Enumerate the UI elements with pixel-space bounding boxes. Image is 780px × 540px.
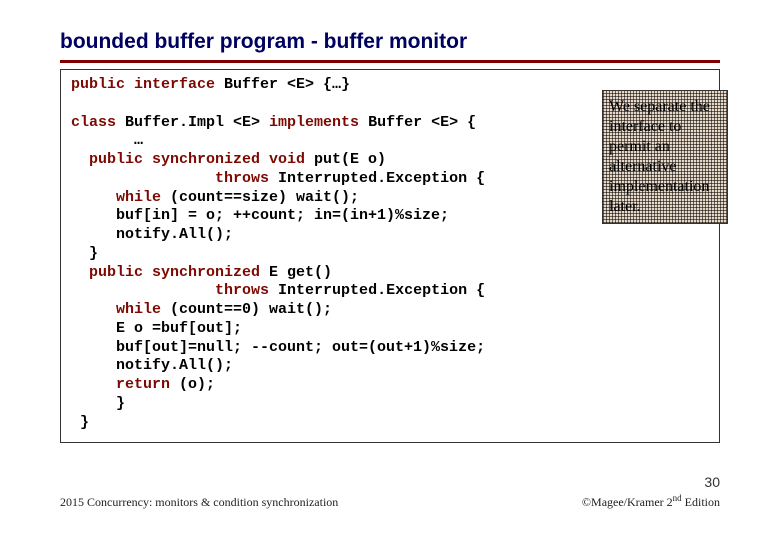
code-text: notify.All(); <box>71 226 233 243</box>
code-text: buf[in] = o; ++count; in=(in+1)%size; <box>71 207 449 224</box>
kw: public synchronized <box>71 264 260 281</box>
kw: implements <box>269 114 359 131</box>
kw: public synchronized void <box>71 151 305 168</box>
page-number: 30 <box>704 474 720 490</box>
code-text: Buffer <E> {…} <box>215 76 350 93</box>
code-text: E get() <box>260 264 332 281</box>
code-text: buf[out]=null; --count; out=(out+1)%size… <box>71 339 485 356</box>
slide-title: bounded buffer program - buffer monitor <box>60 30 720 54</box>
kw: class <box>71 114 116 131</box>
code-text: Interrupted.Exception { <box>269 170 485 187</box>
callout-text: We separate the interface to permit an a… <box>609 98 710 215</box>
kw: public interface <box>71 76 215 93</box>
code-text: notify.All(); <box>71 357 233 374</box>
kw: while <box>71 301 161 318</box>
slide: bounded buffer program - buffer monitor … <box>0 0 780 540</box>
kw: throws <box>71 282 269 299</box>
code-text: } <box>71 245 98 262</box>
kw: throws <box>71 170 269 187</box>
code-text: (count==0) wait(); <box>161 301 332 318</box>
code-text: (o); <box>170 376 215 393</box>
footer-right-sup: nd <box>673 493 682 503</box>
code-text: Buffer.Impl <E> <box>116 114 269 131</box>
kw: while <box>71 189 161 206</box>
code-text: } <box>71 395 125 412</box>
code-text: Buffer <E> { <box>359 114 476 131</box>
code-text: … <box>71 132 143 149</box>
footer-right: ©Magee/Kramer 2nd Edition <box>582 493 720 510</box>
code-text: E o =buf[out]; <box>71 320 242 337</box>
code-text: } <box>71 414 89 431</box>
footer: 2015 Concurrency: monitors & condition s… <box>60 493 720 510</box>
code-text: put(E o) <box>305 151 386 168</box>
footer-right-a: ©Magee/Kramer 2 <box>582 495 673 509</box>
code-text: Interrupted.Exception { <box>269 282 485 299</box>
callout-box: We separate the interface to permit an a… <box>602 90 728 224</box>
footer-left: 2015 Concurrency: monitors & condition s… <box>60 495 338 510</box>
title-rule <box>60 60 720 63</box>
footer-right-c: Edition <box>682 495 720 509</box>
code-text: (count==size) wait(); <box>161 189 359 206</box>
kw: return <box>71 376 170 393</box>
